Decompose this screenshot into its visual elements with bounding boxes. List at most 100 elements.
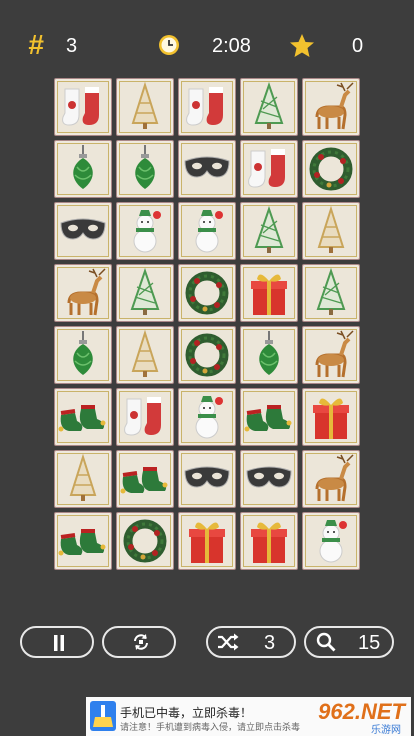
tile-snowman-stocking[interactable] xyxy=(240,140,298,198)
tile-wreath[interactable] xyxy=(178,264,236,322)
tile-snowman[interactable] xyxy=(178,202,236,260)
clock-icon xyxy=(158,34,180,56)
reindeer-icon xyxy=(315,82,354,130)
broom-icon xyxy=(90,701,116,731)
ad-subtitle: 请注意！手机遭到病毒入侵，请立即点击杀毒 xyxy=(120,722,301,732)
gift-icon xyxy=(313,398,349,439)
search-count: 15 xyxy=(358,632,381,654)
tile-snowman[interactable] xyxy=(116,202,174,260)
tile-gift[interactable] xyxy=(240,512,298,570)
tile-reindeer[interactable] xyxy=(302,326,360,384)
snowman-icon xyxy=(195,396,223,439)
moves-counter: 3 xyxy=(66,35,78,57)
tile-gift[interactable] xyxy=(178,512,236,570)
tile-elf-shoes[interactable] xyxy=(54,512,112,570)
ornament-icon xyxy=(73,331,93,375)
tree-green-icon xyxy=(316,267,346,315)
tile-tree-green[interactable] xyxy=(116,264,174,322)
rotate-icon xyxy=(131,632,151,652)
ad-title: 手机已中毒，立即杀毒！ xyxy=(120,706,253,720)
tree-gold-icon xyxy=(131,81,159,129)
search-icon xyxy=(316,632,336,652)
timer: 2:08 xyxy=(212,35,251,57)
elf-shoes-icon xyxy=(58,405,106,432)
tile-wreath[interactable] xyxy=(302,140,360,198)
tree-green-icon xyxy=(254,205,284,253)
tile-snowman[interactable] xyxy=(178,388,236,446)
snowman-icon xyxy=(319,520,347,563)
tree-gold-icon xyxy=(69,453,97,501)
wreath-icon xyxy=(309,147,353,191)
shuffle-button[interactable]: 3 xyxy=(206,626,296,658)
tile-tree-green[interactable] xyxy=(302,264,360,322)
tile-tree-gold[interactable] xyxy=(54,450,112,508)
reindeer-icon xyxy=(67,268,106,316)
tree-gold-icon xyxy=(131,329,159,377)
tile-snowman-stocking[interactable] xyxy=(178,78,236,136)
tile-reindeer[interactable] xyxy=(54,264,112,322)
tile-ornament[interactable] xyxy=(54,140,112,198)
ad-banner[interactable]: 手机已中毒，立即杀毒！ 请注意！手机遭到病毒入侵，请立即点击杀毒 962.NET… xyxy=(86,697,411,736)
tile-snowman-stocking[interactable] xyxy=(116,388,174,446)
tile-ornament[interactable] xyxy=(240,326,298,384)
ornament-icon xyxy=(259,331,279,375)
tile-elf-shoes[interactable] xyxy=(54,388,112,446)
reindeer-icon xyxy=(315,330,354,378)
ornament-icon xyxy=(135,145,155,189)
wreath-icon xyxy=(185,271,229,315)
tile-reindeer[interactable] xyxy=(302,450,360,508)
tile-snowman[interactable] xyxy=(302,512,360,570)
snowman-stocking-icon xyxy=(248,149,285,188)
tile-ornament[interactable] xyxy=(116,140,174,198)
shuffle-icon xyxy=(217,633,239,651)
tile-wreath[interactable] xyxy=(116,512,174,570)
tile-tree-gold[interactable] xyxy=(302,202,360,260)
tree-green-icon xyxy=(130,267,160,315)
tree-gold-icon xyxy=(317,205,345,253)
tile-gift[interactable] xyxy=(302,388,360,446)
tile-tree-gold[interactable] xyxy=(116,78,174,136)
tile-reindeer[interactable] xyxy=(302,78,360,136)
elf-shoes-icon xyxy=(58,529,106,556)
pause-button[interactable] xyxy=(20,626,94,658)
tile-elf-shoes[interactable] xyxy=(240,388,298,446)
tile-mask[interactable] xyxy=(178,450,236,508)
gift-icon xyxy=(251,274,287,315)
tile-tree-green[interactable] xyxy=(240,202,298,260)
mask-icon xyxy=(184,466,230,488)
tile-mask[interactable] xyxy=(178,140,236,198)
elf-shoes-icon xyxy=(120,467,168,494)
snowman-icon xyxy=(133,210,161,253)
mask-icon xyxy=(184,156,230,178)
tile-elf-shoes[interactable] xyxy=(116,450,174,508)
snowman-stocking-icon xyxy=(186,87,223,126)
wreath-icon xyxy=(123,519,167,563)
tile-snowman-stocking[interactable] xyxy=(54,78,112,136)
elf-shoes-icon xyxy=(244,405,292,432)
tile-tree-gold[interactable] xyxy=(116,326,174,384)
snowman-stocking-icon xyxy=(62,87,99,126)
gift-icon xyxy=(189,522,225,563)
tree-green-icon xyxy=(254,81,284,129)
star-icon xyxy=(289,33,315,59)
shuffle-count: 3 xyxy=(264,632,276,654)
brand-sub: 乐游网 xyxy=(371,725,401,736)
snowman-stocking-icon xyxy=(124,397,161,436)
tile-mask[interactable] xyxy=(54,202,112,260)
tile-tree-green[interactable] xyxy=(240,78,298,136)
tile-board xyxy=(52,76,364,572)
wreath-icon xyxy=(185,333,229,377)
pause-icon xyxy=(52,635,66,651)
tile-ornament[interactable] xyxy=(54,326,112,384)
gift-icon xyxy=(251,522,287,563)
hint-button[interactable] xyxy=(102,626,176,658)
tile-wreath[interactable] xyxy=(178,326,236,384)
tile-mask[interactable] xyxy=(240,450,298,508)
mask-icon xyxy=(246,466,292,488)
ornament-icon xyxy=(73,145,93,189)
tile-gift[interactable] xyxy=(240,264,298,322)
score: 0 xyxy=(352,35,364,57)
search-button[interactable]: 15 xyxy=(304,626,394,658)
mask-icon xyxy=(60,218,106,240)
reindeer-icon xyxy=(315,454,354,502)
